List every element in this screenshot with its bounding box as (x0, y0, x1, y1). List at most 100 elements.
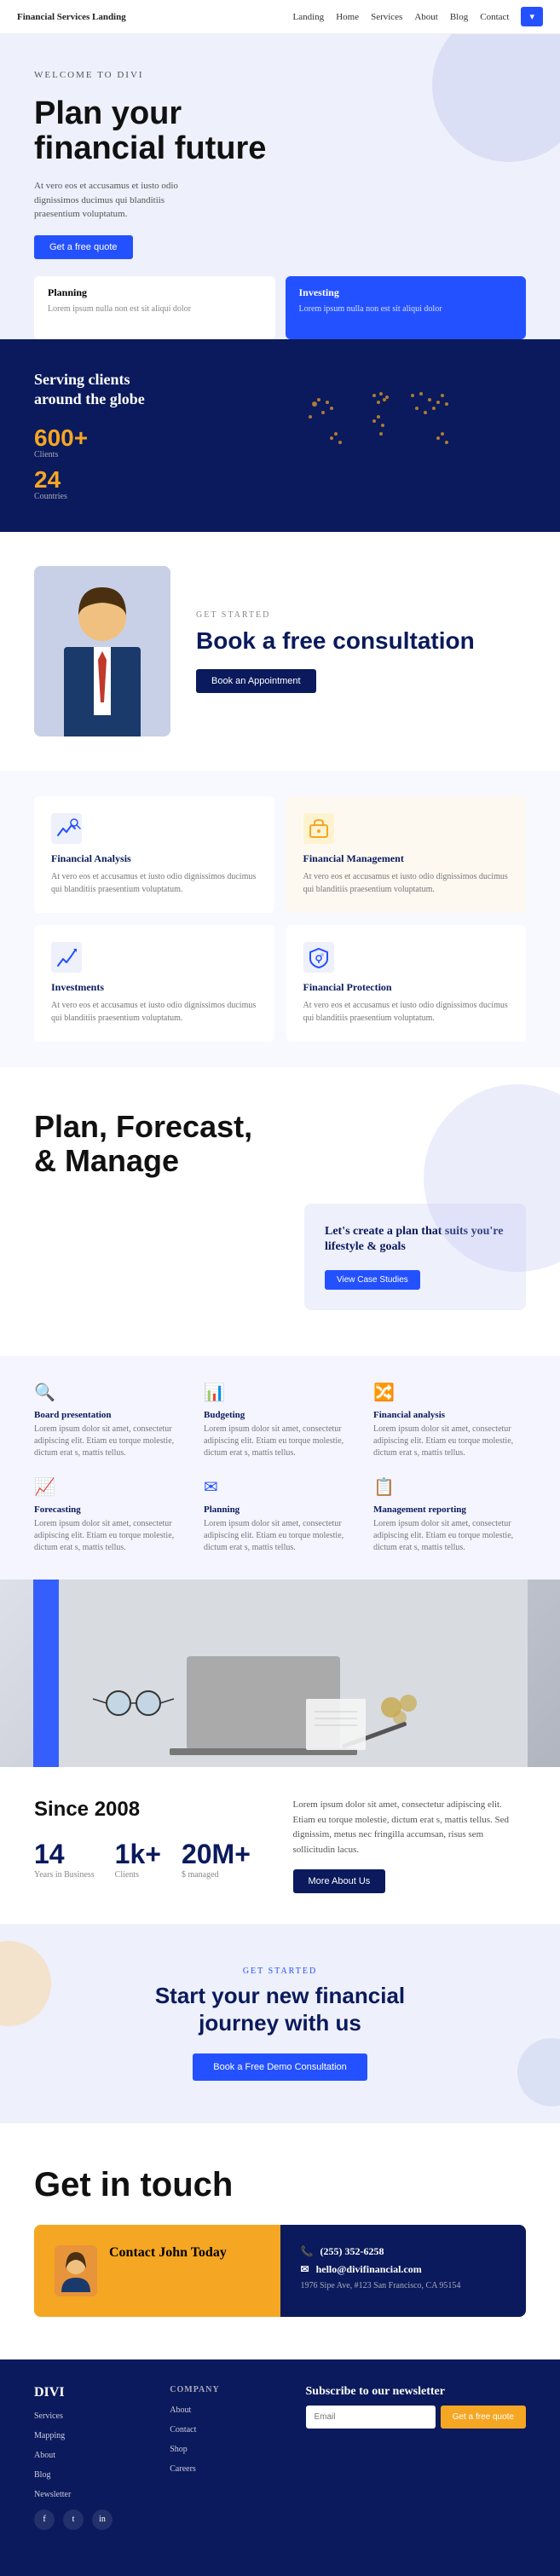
contact-card-left: Contact John Today (34, 2225, 280, 2317)
footer-newsletter-col: Subscribe to our newsletter Get a free q… (306, 2385, 527, 2530)
newsletter-email-input[interactable] (306, 2406, 436, 2429)
contact-section: Get in touch Contact John Today 📞 (255) … (0, 2123, 560, 2359)
hero-description: At vero eos et accusamus et iusto odio d… (34, 179, 205, 222)
since-description: Lorem ipsum dolor sit amet, consectetur … (293, 1798, 527, 1857)
protection-icon (303, 942, 334, 973)
navigation: Financial Services Landing Landing Home … (0, 0, 560, 34)
footer-link-newsletter[interactable]: Newsletter (34, 2490, 71, 2499)
footer-link-services[interactable]: Services (34, 2411, 63, 2421)
book-appointment-button[interactable]: Book an Appointment (196, 669, 316, 693)
footer-link-blog[interactable]: Blog (34, 2470, 50, 2480)
nav-link-home[interactable]: Home (336, 12, 359, 22)
clients-number: 600+ (34, 426, 280, 450)
stats-section: Serving clients around the globe 600+ Cl… (0, 339, 560, 533)
contact-heading: Get in touch (34, 2166, 526, 2204)
hero-card-investing: Investing Lorem ipsum nulla non est sit … (286, 276, 527, 339)
analysis-title: Financial Analysis (51, 852, 257, 865)
feature4-title: Forecasting (34, 1505, 187, 1515)
contact-card: Contact John Today 📞 (255) 352-6258 ✉ he… (34, 2225, 526, 2317)
features-grid: 🔍 Board presentation Lorem ipsum dolor s… (34, 1382, 526, 1554)
contact-name: Contact John Today (109, 2245, 227, 2261)
feature2-title: Budgeting (204, 1410, 356, 1420)
analysis-text: At vero eos et accusamus et iusto odio d… (51, 870, 257, 896)
footer-link-about[interactable]: About (34, 2451, 55, 2460)
hero-welcome: WELCOME TO DIVI (34, 68, 205, 83)
photo-section (0, 1580, 560, 1767)
footer-company-contact[interactable]: Contact (170, 2425, 196, 2434)
consultation-text: GET STARTED Book a free consultation Boo… (196, 610, 526, 693)
desk-illustration (33, 1580, 528, 1767)
hero-cta-button[interactable]: Get a free quote (34, 235, 133, 259)
since-right: Lorem ipsum dolor sit amet, consectetur … (293, 1798, 527, 1893)
service-card-protection: Financial Protection At vero eos et accu… (286, 925, 527, 1042)
nav-link-landing[interactable]: Landing (293, 12, 325, 22)
clients-label: Clients (34, 450, 280, 459)
feature6-text: Lorem ipsum dolor sit amet, consectetur … (373, 1518, 526, 1554)
stat-countries: 24 Countries (34, 468, 280, 501)
nav-link-about[interactable]: About (414, 12, 438, 22)
feature3-text: Lorem ipsum dolor sit amet, consectetur … (373, 1424, 526, 1459)
feature3-title: Financial analysis (373, 1410, 526, 1420)
investments-text: At vero eos et accusamus et iusto odio d… (51, 999, 257, 1025)
feature1-text: Lorem ipsum dolor sit amet, consectetur … (34, 1424, 187, 1459)
contact-avatar (55, 2245, 97, 2296)
feature-board-presentation: 🔍 Board presentation Lorem ipsum dolor s… (34, 1382, 187, 1459)
stats-heading: Serving clients around the globe (34, 370, 170, 410)
countries-label: Countries (34, 492, 280, 501)
planning-icon: ✉ (204, 1476, 356, 1498)
managed-label: $ managed (182, 1870, 251, 1880)
financial-analysis-icon: 🔀 (373, 1382, 526, 1403)
investments-title: Investments (51, 981, 257, 994)
stats-text: Serving clients around the globe 600+ Cl… (34, 370, 280, 502)
footer-company-careers[interactable]: Careers (170, 2464, 196, 2474)
twitter-icon[interactable]: t (63, 2510, 84, 2530)
years-label: Years in Business (34, 1870, 95, 1880)
contact-email: hello@divifinancial.com (316, 2263, 422, 2276)
feature6-title: Management reporting (373, 1505, 526, 1515)
footer-company-shop[interactable]: Shop (170, 2445, 188, 2454)
planning-text: Lorem ipsum nulla non est sit aliqui dol… (48, 303, 218, 315)
more-about-us-button[interactable]: More About Us (293, 1869, 386, 1893)
stats-map (280, 370, 527, 472)
feature5-title: Planning (204, 1505, 356, 1515)
feature-planning: ✉ Planning Lorem ipsum dolor sit amet, c… (204, 1476, 356, 1554)
protection-title: Financial Protection (303, 981, 510, 994)
feature-management-reporting: 📋 Management reporting Lorem ipsum dolor… (373, 1476, 526, 1554)
footer-top: DIVI Services Mapping About Blog Newslet… (34, 2385, 526, 2530)
hero-card-planning: Planning Lorem ipsum nulla non est sit a… (34, 276, 275, 339)
contact-details: Contact John Today (109, 2245, 227, 2261)
instagram-icon[interactable]: in (92, 2510, 113, 2530)
nav-link-services[interactable]: Services (371, 12, 402, 22)
forecasting-icon: 📈 (34, 1476, 187, 1498)
footer-company-about[interactable]: About (170, 2406, 191, 2415)
feature2-text: Lorem ipsum dolor sit amet, consectetur … (204, 1424, 356, 1459)
investing-text: Lorem ipsum nulla non est sit aliqui dol… (299, 303, 470, 315)
consultation-title: Book a free consultation (196, 627, 526, 656)
contact-phone-row: 📞 (255) 352-6258 (301, 2245, 506, 2258)
managed-number: 20M+ (182, 1839, 251, 1870)
contact-address: 1976 Sipe Ave, #123 San Francisco, CA 95… (301, 2281, 506, 2290)
footer-link-mapping[interactable]: Mapping (34, 2431, 65, 2440)
contact-email-row: ✉ hello@divifinancial.com (301, 2263, 506, 2276)
management-title: Financial Management (303, 852, 510, 865)
footer-company-label: COMPANY (170, 2385, 280, 2394)
newsletter-submit-button[interactable]: Get a free quote (441, 2406, 526, 2429)
clients-stat-label: Clients (115, 1870, 161, 1880)
cta-section: GET STARTED Start your new financial jou… (0, 1924, 560, 2123)
nav-link-contact[interactable]: Contact (480, 12, 509, 22)
since-left: Since 2008 14 Years in Business 1k+ Clie… (34, 1798, 268, 1893)
clients-stat: 1k+ Clients (115, 1839, 161, 1880)
nav-cta[interactable]: ▾ (521, 7, 543, 26)
since-section: Since 2008 14 Years in Business 1k+ Clie… (0, 1767, 560, 1924)
facebook-icon[interactable]: f (34, 2510, 55, 2530)
feature-budgeting: 📊 Budgeting Lorem ipsum dolor sit amet, … (204, 1382, 356, 1459)
nav-link-blog[interactable]: Blog (450, 12, 468, 22)
countries-number: 24 (34, 468, 280, 492)
cta-button[interactable]: Book a Free Demo Consultation (193, 2053, 367, 2081)
feature1-title: Board presentation (34, 1410, 187, 1420)
footer-company-col: COMPANY About Contact Shop Careers (170, 2385, 280, 2530)
cta-label: GET STARTED (34, 1967, 526, 1976)
services-grid: Financial Analysis At vero eos et accusa… (34, 796, 526, 1042)
footer-col1-links: Services Mapping About Blog Newsletter (34, 2407, 144, 2501)
view-case-studies-button[interactable]: View Case Studies (325, 1270, 420, 1290)
